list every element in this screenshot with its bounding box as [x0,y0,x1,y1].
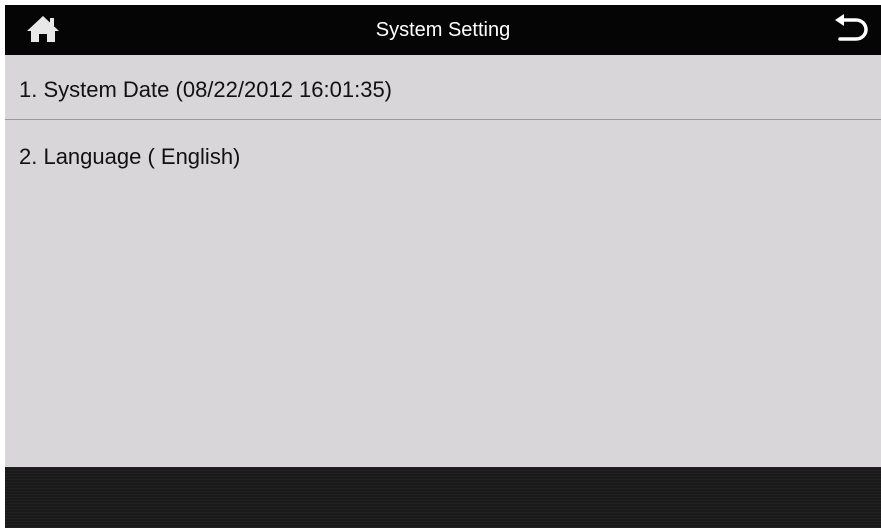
home-icon [25,15,61,48]
settings-list: 1. System Date (08/22/2012 16:01:35) 2. … [5,55,881,184]
back-button[interactable] [829,13,871,49]
home-button[interactable] [23,15,63,47]
menu-item-system-date[interactable]: 1. System Date (08/22/2012 16:01:35) [5,55,881,120]
menu-item-label: 1. System Date (08/22/2012 16:01:35) [19,77,393,102]
menu-item-language[interactable]: 2. Language ( English) [5,120,881,184]
page-title: System Setting [375,19,511,41]
device-screen: System Setting 1. System Date (08/22/201… [5,5,881,528]
back-arrow-icon [832,13,868,49]
footer-bar [5,467,881,528]
menu-item-label: 2. Language ( English) [19,144,241,169]
header-bar: System Setting [5,5,881,55]
